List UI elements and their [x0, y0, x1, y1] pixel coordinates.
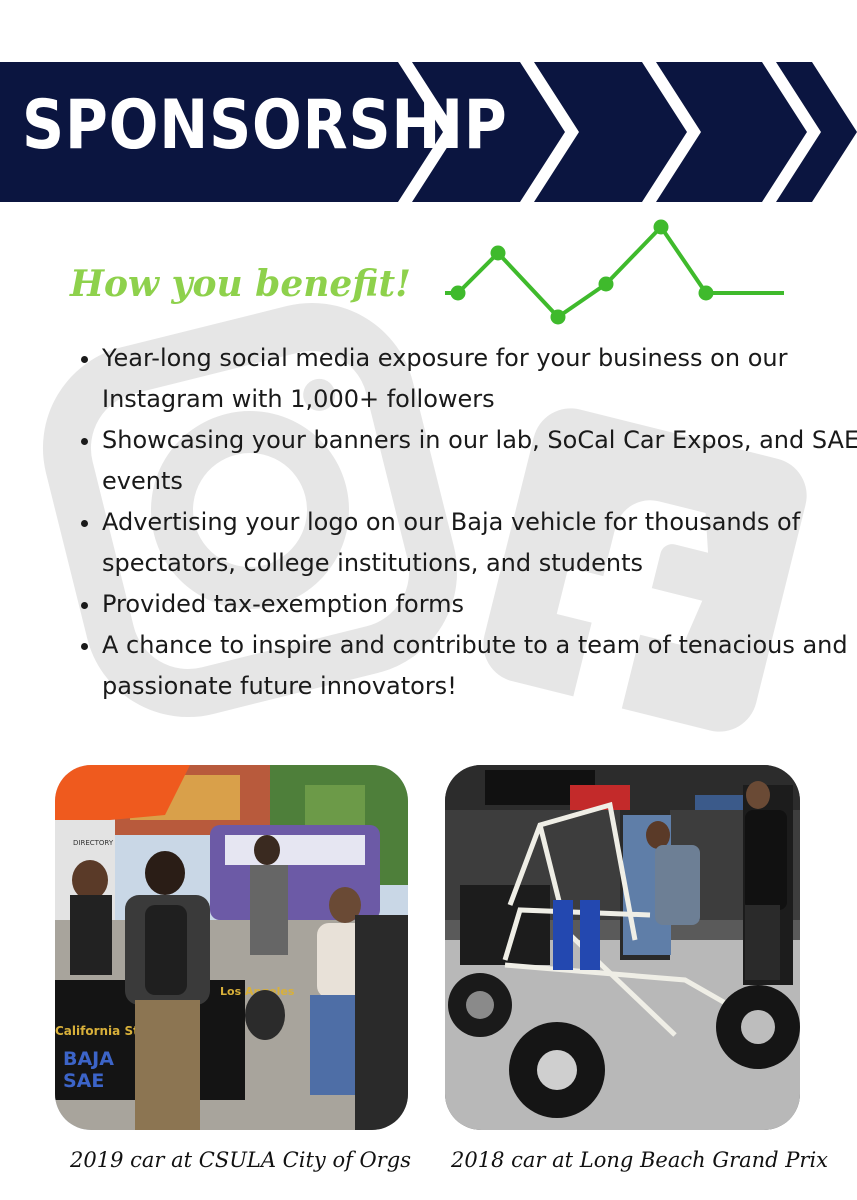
photo-baja-car — [445, 765, 800, 1130]
list-item: Showcasing your banners in our lab, SoCa… — [102, 420, 857, 502]
photo-caption-left: 2019 car at CSULA City of Orgs — [70, 1148, 412, 1172]
photo-csula-booth: DIRECTORY Los Angeles California Sta BAJ… — [55, 765, 408, 1130]
list-item: A chance to inspire and contribute to a … — [102, 625, 857, 707]
benefits-heading: How you benefit! — [70, 263, 411, 305]
list-item: Year-long social media exposure for your… — [102, 338, 857, 420]
banner-text-baja: BAJA — [63, 1048, 114, 1070]
benefits-list: Year-long social media exposure for your… — [60, 338, 857, 707]
list-item: Advertising your logo on our Baja vehicl… — [102, 502, 857, 584]
banner-text-sae: SAE — [63, 1070, 104, 1092]
banner-text-california: California Sta — [55, 1024, 147, 1038]
trend-line-icon — [445, 219, 784, 325]
page-title: SPONSORSHIP — [22, 86, 508, 165]
directory-sign-text: DIRECTORY — [73, 839, 114, 847]
list-item: Provided tax-exemption forms — [102, 584, 857, 625]
photo-caption-right: 2018 car at Long Beach Grand Prix — [451, 1148, 829, 1172]
